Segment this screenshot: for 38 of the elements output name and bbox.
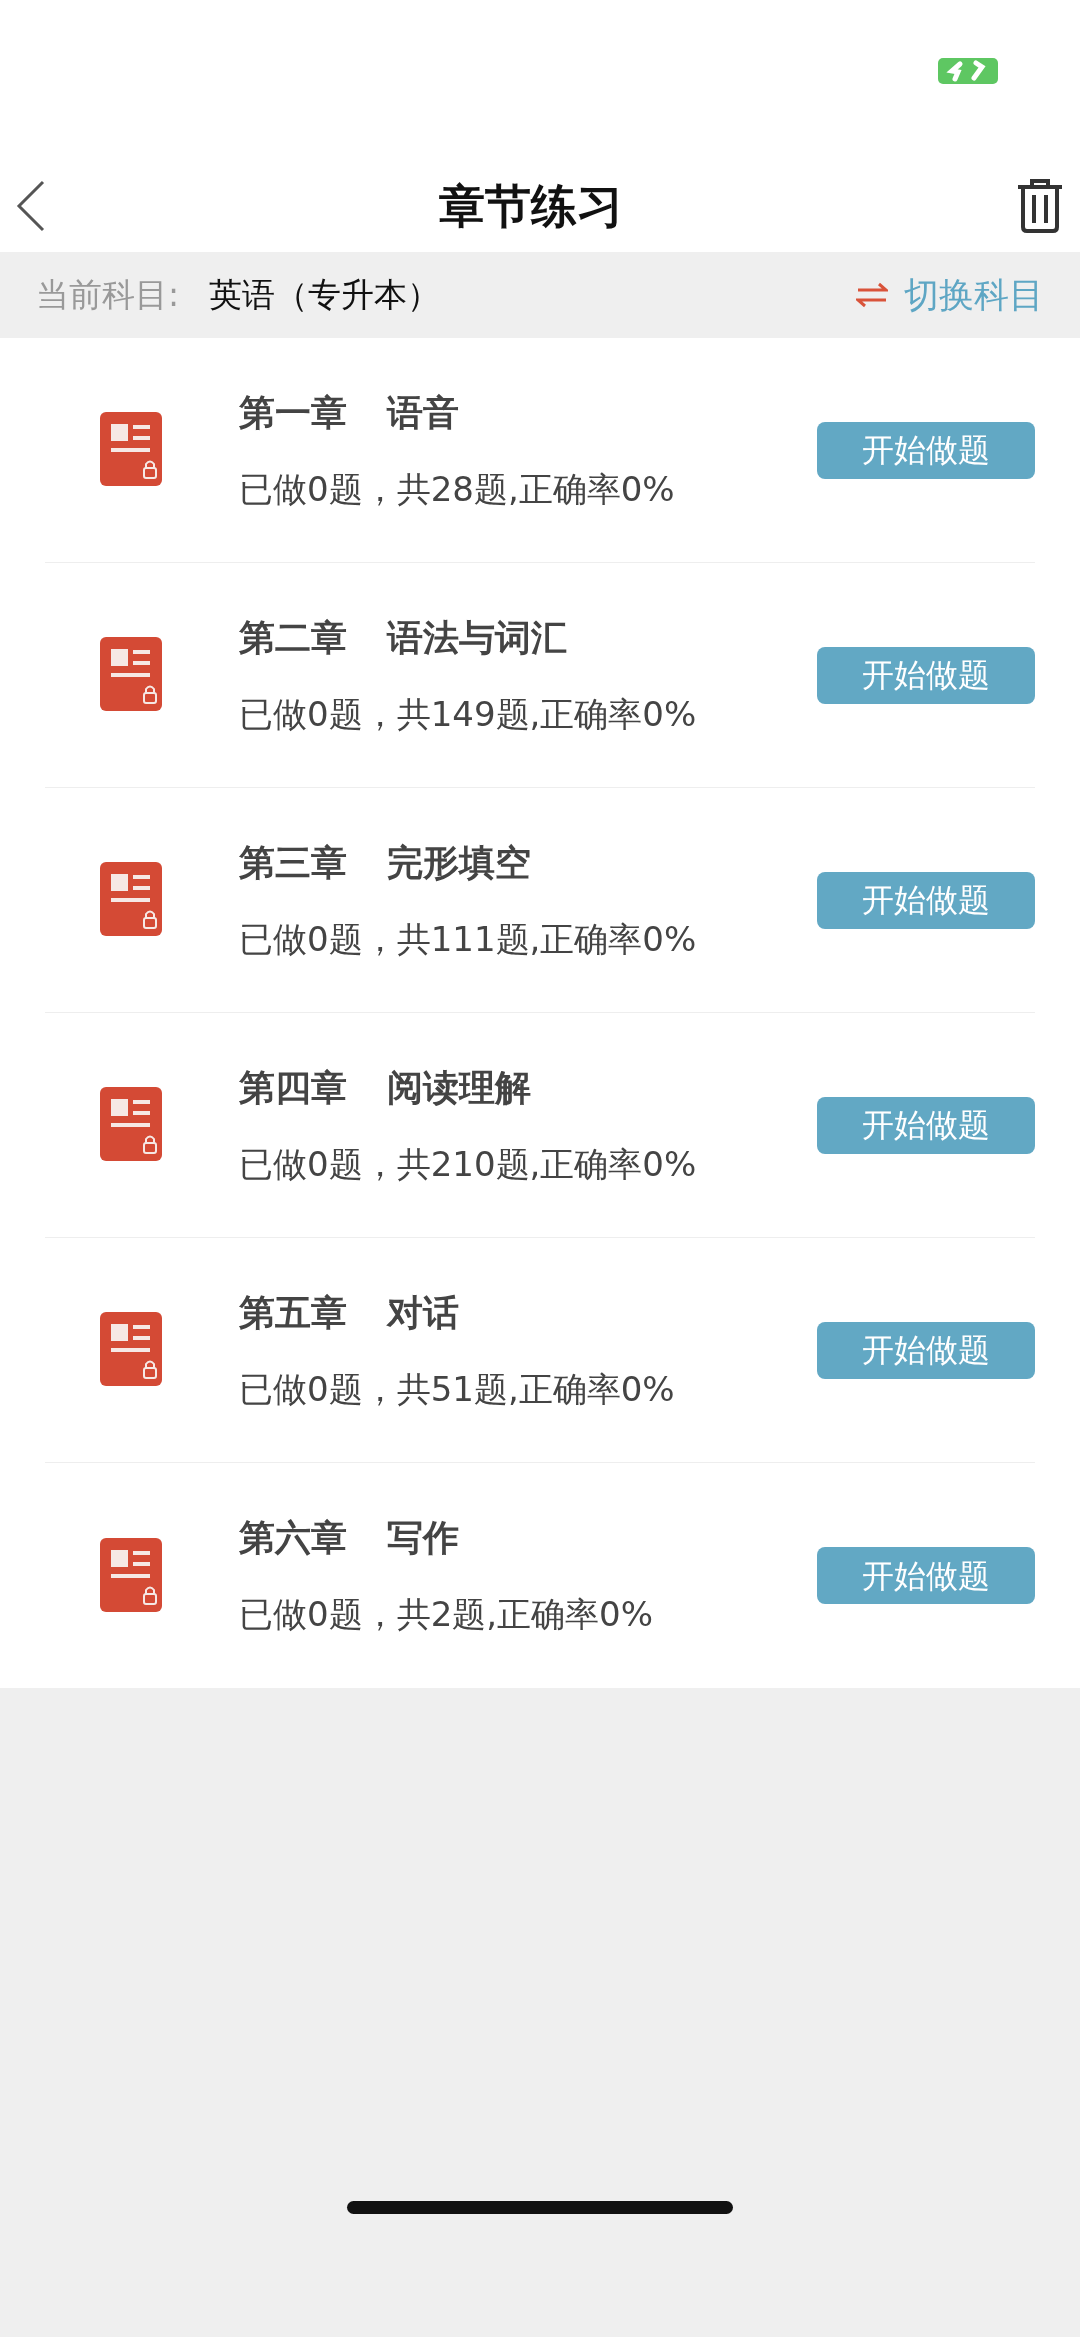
chapter-name: 完形填空 — [387, 840, 531, 885]
chapter-number: 第五章 — [239, 1290, 347, 1335]
subject-name: 英语（专升本） — [209, 274, 441, 317]
start-button[interactable]: 开始做题 — [817, 1096, 1035, 1154]
locked-document-icon — [100, 412, 164, 488]
chapter-stats: 已做0题，共111题,正确率0% — [239, 917, 698, 961]
chapter-number: 第三章 — [239, 840, 347, 885]
chapter-stats: 已做0题，共28题,正确率0% — [239, 467, 676, 511]
locked-document-icon — [100, 1312, 164, 1388]
start-button[interactable]: 开始做题 — [817, 1321, 1035, 1379]
trash-icon[interactable] — [1016, 179, 1064, 233]
start-button[interactable]: 开始做题 — [817, 421, 1035, 479]
chapter-name: 语法与词汇 — [387, 615, 567, 660]
chapter-stats: 已做0题，共149题,正确率0% — [239, 692, 698, 736]
subject-label: 当前科目: — [36, 274, 180, 317]
chapter-stats: 已做0题，共210题,正确率0% — [239, 1142, 698, 1186]
start-button[interactable]: 开始做题 — [817, 871, 1035, 929]
chapter-number: 第一章 — [239, 390, 347, 435]
chapter-number: 第二章 — [239, 615, 347, 660]
start-button[interactable]: 开始做题 — [817, 646, 1035, 704]
locked-document-icon — [100, 862, 164, 938]
swap-icon[interactable] — [856, 282, 888, 308]
chapter-stats: 已做0题，共51题,正确率0% — [239, 1367, 676, 1411]
chapter-name: 阅读理解 — [387, 1065, 531, 1110]
back-icon[interactable] — [16, 180, 46, 232]
chapter-name: 对话 — [387, 1290, 459, 1335]
start-button[interactable]: 开始做题 — [817, 1547, 1035, 1604]
chapter-name: 写作 — [387, 1516, 459, 1560]
chapter-name: 语音 — [387, 390, 459, 435]
chapter-number: 第四章 — [239, 1065, 347, 1110]
battery-icon — [938, 58, 998, 84]
switch-subject-link[interactable]: 切换科目 — [904, 268, 1044, 322]
locked-document-icon — [100, 1537, 164, 1614]
locked-document-icon — [100, 637, 164, 713]
locked-document-icon — [100, 1087, 164, 1163]
chapter-number: 第六章 — [239, 1516, 347, 1560]
page-title: 章节练习 — [439, 177, 623, 235]
chapter-stats: 已做0题，共2题,正确率0% — [239, 1593, 654, 1636]
